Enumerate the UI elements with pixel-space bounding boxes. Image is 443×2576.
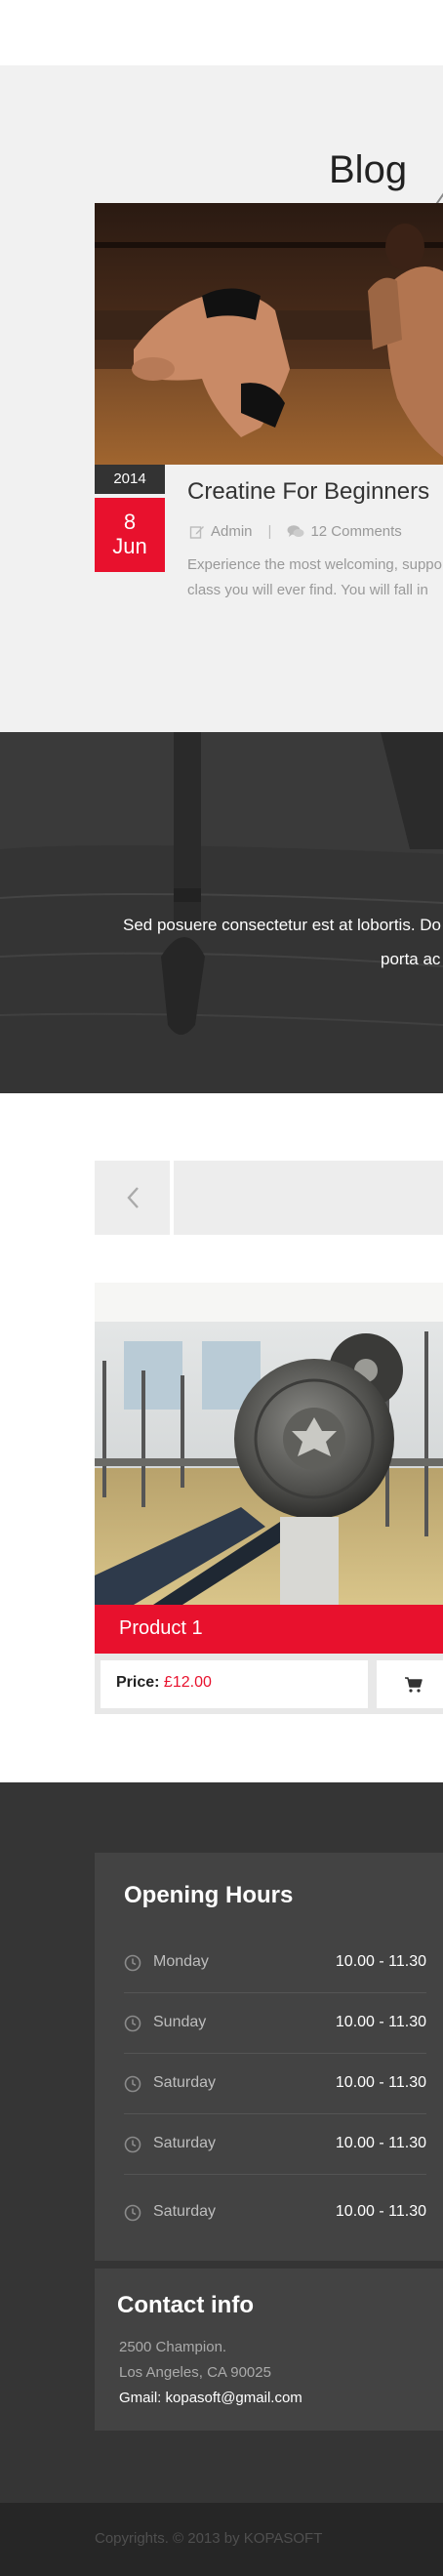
clock-icon (124, 2015, 141, 2032)
section-title-blog: Blog (329, 148, 408, 191)
post-excerpt-line: Experience the most welcoming, suppo (187, 556, 442, 573)
clock-icon (124, 1954, 141, 1972)
opening-hours-panel: Opening Hours Monday 10.00 - 11.30 Sunda… (95, 1853, 443, 2261)
slider-header-bar (174, 1161, 443, 1235)
hours-time: 10.00 - 11.30 (335, 2074, 426, 2091)
punching-bag-background (0, 732, 443, 1093)
clock-icon (124, 2204, 141, 2222)
post-excerpt-line: class you will ever find. You will fall … (187, 582, 428, 598)
shopping-cart-icon (405, 1677, 423, 1693)
hours-time: 10.00 - 11.30 (335, 2014, 426, 2030)
slider-prev-button[interactable] (95, 1161, 170, 1235)
post-meta: Admin | 12 Comments (189, 523, 402, 540)
add-to-cart-button[interactable] (377, 1660, 443, 1708)
comments-icon (287, 525, 304, 537)
price-value: £12.00 (163, 1674, 212, 1691)
hours-day: Saturday (153, 2203, 217, 2220)
price-box: Price: £12.00 (101, 1660, 368, 1708)
quote-section: Sed posuere consectetur est at lobortis.… (0, 732, 443, 1093)
gym-weights-photo (95, 1283, 443, 1605)
hours-day: Saturday (153, 2135, 217, 2151)
quote-text: porta ac (381, 950, 441, 968)
post-date-badge: 8 Jun (95, 498, 165, 572)
quote-text: Sed posuere consectetur est at lobortis.… (123, 916, 442, 934)
hours-time: 10.00 - 11.30 (335, 1953, 426, 1970)
post-excerpt: Experience the most welcoming, suppo cla… (187, 552, 443, 603)
title-divider (434, 181, 443, 206)
edit-icon (189, 525, 204, 539)
post-author[interactable]: Admin (211, 523, 253, 540)
hours-day: Saturday (153, 2074, 217, 2091)
clock-icon (124, 2136, 141, 2153)
contact-email-link[interactable]: Gmail: kopasoft@gmail.com (119, 2390, 302, 2406)
post-month: Jun (112, 534, 147, 558)
post-year-badge: 2014 (95, 465, 165, 494)
hours-row: Saturday 10.00 - 11.30 (124, 2114, 426, 2175)
price-label: Price: (116, 1674, 160, 1691)
copyright-text: Copyrights. © 2013 by KOPASOFT (95, 2530, 323, 2547)
product-name-bar: Product 1 (95, 1605, 443, 1654)
opening-hours-title: Opening Hours (124, 1882, 294, 1908)
hours-row: Saturday 10.00 - 11.30 (124, 2183, 426, 2243)
hours-row: Sunday 10.00 - 11.30 (124, 1993, 426, 2054)
contact-info-panel: Contact info 2500 Champion. Los Angeles,… (95, 2269, 443, 2431)
hours-time: 10.00 - 11.30 (335, 2203, 426, 2220)
meta-separator: | (267, 523, 272, 540)
fitness-photo (95, 203, 443, 465)
product-name[interactable]: Product 1 (119, 1617, 203, 1640)
post-comments-link[interactable]: 12 Comments (310, 523, 401, 540)
hours-row: Monday 10.00 - 11.30 (124, 1933, 426, 1993)
post-image[interactable] (95, 203, 443, 465)
hours-day: Sunday (153, 2014, 207, 2030)
contact-address-line: Los Angeles, CA 90025 (119, 2364, 271, 2381)
product-card: Product 1 Price: £12.00 (95, 1283, 443, 1714)
hours-day: Monday (153, 1953, 209, 1970)
product-image[interactable] (95, 1283, 443, 1605)
copyright-bar: Copyrights. © 2013 by KOPASOFT (0, 2503, 443, 2576)
chevron-left-icon (126, 1187, 139, 1208)
contact-info-title: Contact info (117, 2292, 254, 2318)
clock-icon (124, 2075, 141, 2093)
page: Blog 2014 8 Jun Creatine For Beginners A… (0, 0, 443, 2576)
post-day: 8 (123, 510, 137, 534)
footer: Opening Hours Monday 10.00 - 11.30 Sunda… (0, 1782, 443, 2503)
hours-time: 10.00 - 11.30 (335, 2135, 426, 2151)
hours-row: Saturday 10.00 - 11.30 (124, 2054, 426, 2114)
contact-address-line: 2500 Champion. (119, 2339, 227, 2355)
post-title-link[interactable]: Creatine For Beginners (187, 478, 429, 506)
